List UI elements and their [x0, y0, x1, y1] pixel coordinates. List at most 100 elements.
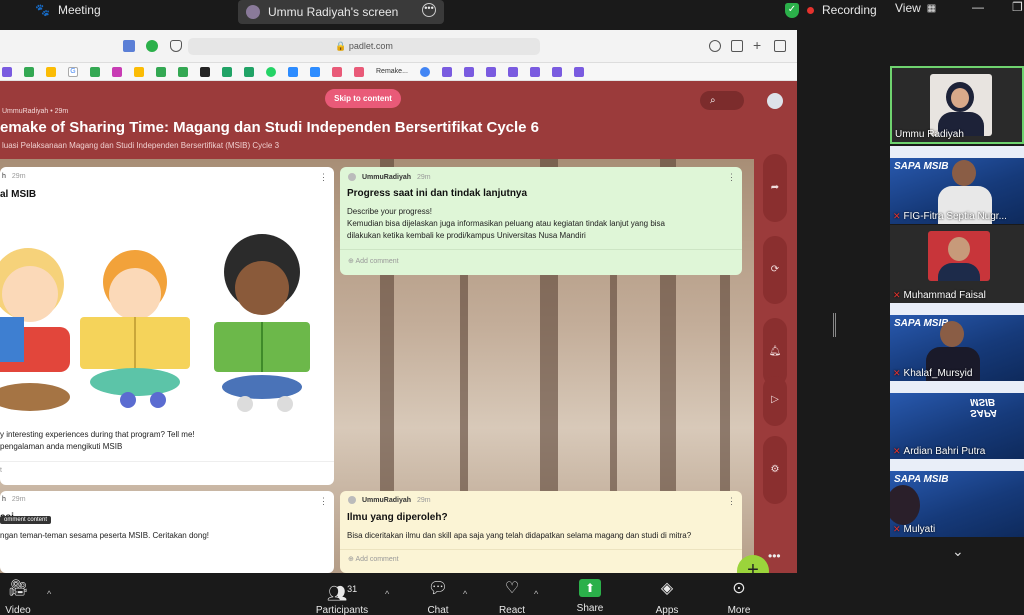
tabs-overview-icon[interactable] — [774, 40, 786, 52]
post-line: Bisa diceritakan ilmu dan skill apa saja… — [347, 531, 692, 540]
mic-muted-icon: ✕ — [893, 211, 901, 221]
zoom-icon[interactable] — [310, 66, 320, 77]
share-icon[interactable]: ➦ — [763, 154, 787, 222]
tab-favicon[interactable] — [441, 66, 452, 77]
chat-options-caret-icon[interactable]: ^ — [463, 589, 467, 599]
miro-icon[interactable] — [112, 66, 122, 77]
post-body: Describe your progress! Kemudian bisa di… — [347, 206, 665, 242]
participant-name: ✕ FIG-Fitra Septia Nugr... — [893, 211, 1007, 222]
shared-screen-pill[interactable]: Ummu Radiyah's screen ••• — [238, 0, 444, 24]
padlet-icon[interactable] — [332, 66, 342, 77]
chrome-tab-icon[interactable] — [419, 66, 430, 77]
remake-icon[interactable]: ⟳ — [763, 236, 787, 304]
search-button[interactable]: ⌕ — [700, 91, 744, 110]
plus-icon: + — [747, 559, 759, 573]
zoom-icon[interactable] — [288, 66, 298, 77]
chat-button[interactable]: 💬︎ Chat — [408, 579, 468, 615]
google-icon[interactable]: G — [68, 66, 78, 77]
share-screen-button[interactable]: ⬆ Share — [560, 579, 620, 614]
tab-favicon[interactable] — [463, 66, 474, 77]
heart-icon: ♡ — [504, 580, 520, 597]
gallery-scroll-down-icon[interactable]: ⌄ — [952, 543, 964, 560]
meeting-menu[interactable]: 🐾 Meeting — [35, 3, 101, 17]
more-button[interactable]: ⊙ More — [709, 579, 769, 615]
post-menu-icon[interactable]: ⋮ — [319, 496, 328, 507]
sheets-icon[interactable] — [222, 66, 232, 77]
apps-button[interactable]: ◈ Apps — [637, 579, 697, 615]
lock-icon: 🔒 — [335, 41, 347, 51]
profile-avatar[interactable] — [767, 93, 783, 109]
post-body: ngan teman-teman sesama peserta MSIB. Ce… — [0, 530, 209, 542]
participants-count: 31 — [347, 584, 358, 594]
video-button[interactable]: 🎥︎ Video — [0, 579, 48, 615]
divider — [340, 249, 742, 250]
divider — [340, 549, 742, 550]
participant-tile[interactable]: Ummu Radiyah — [890, 66, 1024, 144]
more-icon[interactable]: ••• — [422, 3, 436, 17]
participant-tile[interactable]: SAPA MSIB ✕ Khalaf_Mursyid — [890, 303, 1024, 381]
add-comment[interactable]: t — [0, 467, 2, 474]
padlet-icon[interactable] — [354, 66, 364, 77]
react-button[interactable]: ♡ React — [482, 579, 542, 615]
face — [951, 88, 969, 108]
slideshow-icon[interactable]: ▷ — [763, 376, 787, 426]
drive-icon[interactable] — [46, 66, 56, 77]
drive-icon[interactable] — [90, 66, 100, 77]
participants-button[interactable]: 👥︎31 Participants — [312, 579, 372, 615]
meeting-controls: 🎥︎ Video ^ 👥︎31 Participants ^ 💬︎ Chat ^… — [0, 573, 1024, 615]
post-menu-icon[interactable]: ⋮ — [727, 172, 736, 183]
privacy-shield-icon[interactable] — [170, 40, 182, 52]
participant-tile[interactable]: ✕ Muhammad Faisal — [890, 225, 1024, 303]
sidebar-icon[interactable] — [123, 40, 135, 52]
post-menu-icon[interactable]: ⋮ — [727, 496, 736, 507]
participant-name: ✕ Khalaf_Mursyid — [893, 368, 972, 379]
share-page-icon[interactable] — [731, 40, 743, 52]
participants-options-caret-icon[interactable]: ^ — [385, 589, 389, 599]
add-comment-button[interactable]: ⊕ Add comment — [348, 257, 399, 265]
address-bar[interactable]: 🔒 padlet.com — [188, 38, 540, 55]
video-options-caret-icon[interactable]: ^ — [47, 589, 51, 599]
drive-icon[interactable] — [178, 66, 188, 77]
post-card[interactable]: UmmuRadiyah 29m ⋮ Progress saat ini dan … — [340, 167, 742, 275]
skip-to-content-button[interactable]: Skip to content — [325, 89, 401, 108]
tab-favicon[interactable] — [573, 66, 584, 77]
view-button[interactable]: View ▦ — [895, 1, 936, 15]
download-icon[interactable] — [709, 40, 721, 52]
participant-tile[interactable]: SAPA MSIB ✕ Mulyati — [890, 459, 1024, 537]
sheets-icon[interactable] — [244, 66, 254, 77]
add-comment-button[interactable]: ⊕ Add comment — [348, 555, 399, 563]
post-card[interactable]: UmmuRadiyah 29m ⋮ Ilmu yang diperoleh? B… — [340, 491, 742, 573]
more-options-icon[interactable]: ••• — [768, 549, 781, 563]
post-title: Ilmu yang diperoleh? — [347, 512, 448, 523]
react-options-caret-icon[interactable]: ^ — [534, 589, 538, 599]
new-tab-icon[interactable]: + — [753, 38, 765, 52]
padlet-header: Skip to content ⌕ UmmuRadiyah • 29m emak… — [0, 81, 754, 159]
tab-favicon[interactable] — [507, 66, 518, 77]
tab-favicon[interactable] — [485, 66, 496, 77]
recording-indicator[interactable]: ✓ Recording — [785, 0, 877, 20]
padlet-action-rail: ➦ ⟳ 🔔︎ ▷ ⚙ ••• — [754, 81, 797, 573]
participant-tile[interactable]: SAPA MSIB ✕ Ardian Bahri Putra — [890, 381, 1024, 459]
post-time: 29m — [417, 496, 431, 504]
drive-icon[interactable] — [134, 66, 144, 77]
drive-icon[interactable] — [24, 66, 34, 77]
post-menu-icon[interactable]: ⋮ — [319, 172, 328, 183]
whatsapp-icon[interactable] — [266, 66, 276, 77]
restore-icon[interactable]: ❐ — [1012, 1, 1024, 13]
participant-tile[interactable]: SAPA MSIB ✕ FIG-Fitra Septia Nugr... — [890, 146, 1024, 224]
tab-favicon[interactable] — [529, 66, 540, 77]
grammarly-icon[interactable] — [146, 40, 158, 52]
post-card[interactable]: h 29m ⋮ asi ngan teman-teman sesama pese… — [0, 491, 334, 573]
participant-name: Ummu Radiyah — [895, 129, 964, 140]
post-card[interactable]: h 29m ⋮ al MSIB y interesting experience… — [0, 167, 334, 485]
tab-favicon[interactable] — [551, 66, 562, 77]
security-shield-icon[interactable]: ✓ — [785, 2, 799, 18]
tab-favicon[interactable] — [2, 66, 12, 77]
gear-icon[interactable]: ⚙ — [763, 436, 787, 504]
view-label: View — [895, 1, 921, 15]
drive-icon[interactable] — [156, 66, 166, 77]
panel-resize-handle[interactable] — [833, 313, 836, 337]
active-tab-label[interactable]: Remake... — [376, 68, 408, 75]
minimize-icon[interactable]: — — [972, 1, 984, 13]
app-icon[interactable] — [200, 66, 210, 77]
